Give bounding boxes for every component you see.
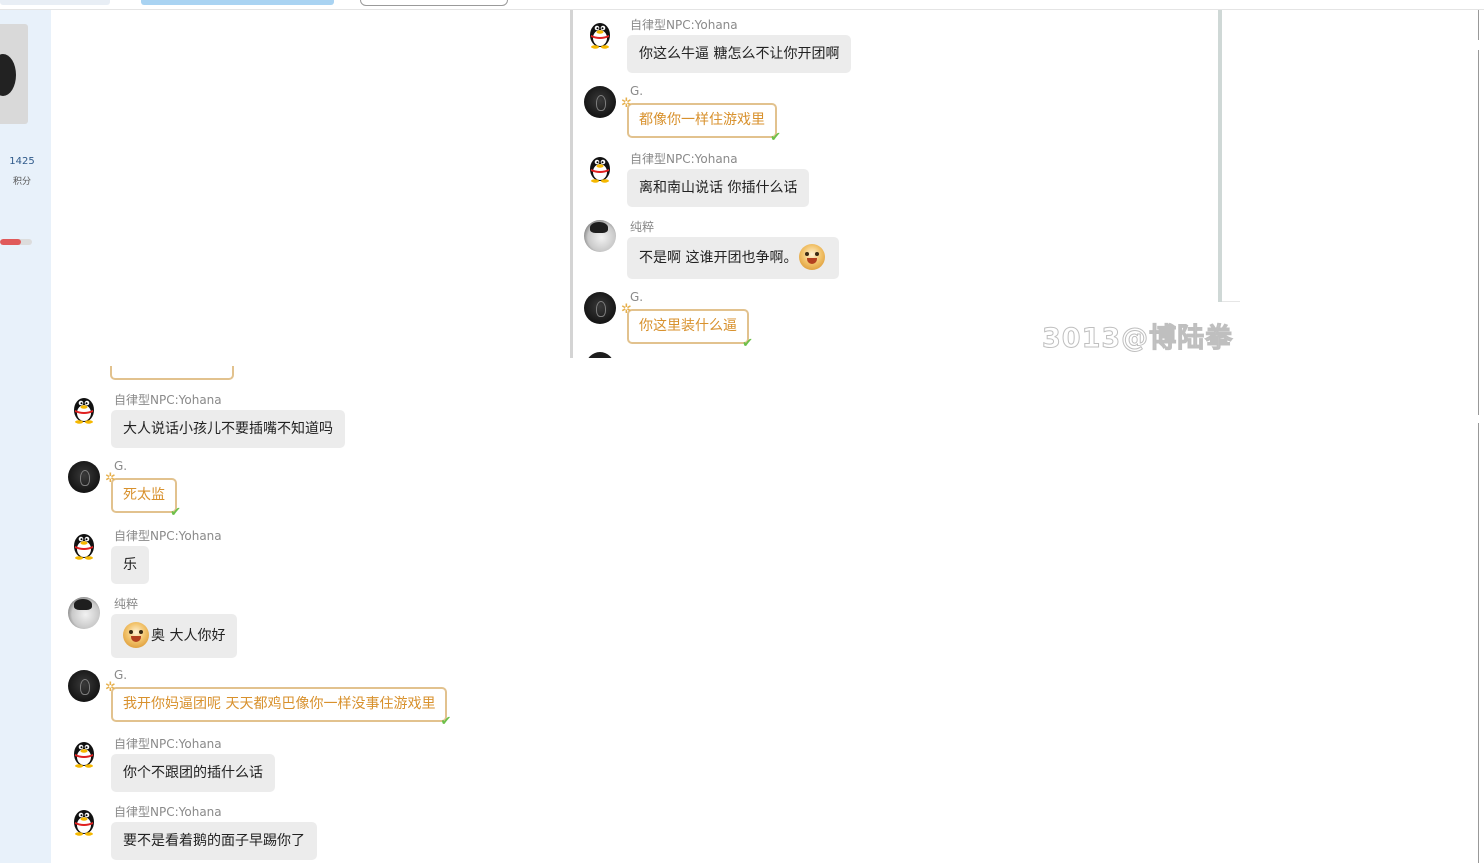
portrait-avatar-icon[interactable] (68, 597, 100, 629)
search-box[interactable] (360, 0, 508, 6)
check-icon: ✔ (440, 714, 452, 729)
profile-avatar[interactable] (0, 24, 28, 124)
sender-name: 纯粹 (630, 220, 655, 234)
message-bubble: 要不是看着鹅的面子早踢你了 (111, 822, 317, 860)
inset-screenshot: 自律型NPC:Yohana 你这么牛逼 糖怎么不让你开团啊 G. ✲ 都像你一样… (570, 10, 1240, 358)
message-bubble: 不是啊 这谁开团也争啊。 (627, 237, 840, 279)
penguin-avatar-icon[interactable] (68, 805, 100, 837)
message-bubble: 你个不跟团的插什么话 (111, 754, 275, 792)
message-text: 奥 大人你好 (151, 628, 226, 644)
vip-message-bubble (110, 366, 234, 380)
grinning-dog-emoji-icon (123, 622, 149, 648)
penguin-avatar-icon[interactable] (584, 152, 616, 184)
sparkle-icon: ✲ (621, 302, 632, 317)
vip-message-bubble: ✲ 我开你妈逼团呢 天天都鸡巴像你一样没事住游戏里 ✔ (105, 681, 451, 728)
sender-name: 自律型NPC:Yohana (630, 18, 738, 32)
check-icon: ✔ (770, 130, 781, 145)
message-text: 我开你妈逼团呢 天天都鸡巴像你一样没事住游戏里 (123, 696, 436, 712)
dark-avatar-icon[interactable] (584, 292, 616, 324)
sender-name: G. (630, 290, 644, 304)
tab-active[interactable] (141, 0, 334, 5)
message-text: 死太监 (123, 487, 165, 503)
sender-name: G. (114, 668, 128, 682)
tab-inactive[interactable] (0, 0, 110, 5)
dark-avatar-icon[interactable] (68, 670, 100, 702)
message-text: 都像你一样住游戏里 (639, 112, 765, 128)
divider (570, 10, 573, 358)
progress-fill (0, 239, 21, 245)
portrait-avatar-icon[interactable] (584, 220, 616, 252)
grinning-dog-emoji-icon (799, 244, 826, 270)
message-text: 不是啊 这谁开团也争啊。 (639, 250, 798, 266)
message-bubble: 奥 大人你好 (111, 614, 238, 658)
dark-avatar-icon[interactable] (68, 461, 100, 493)
sparkle-icon: ✲ (621, 96, 632, 111)
message-bubble: 离和南山说话 你插什么话 (627, 169, 810, 207)
watermark: 3013@博陆拳 (1041, 323, 1234, 355)
sender-name: 自律型NPC:Yohana (114, 529, 222, 543)
sender-name: G. (630, 84, 644, 98)
scrollbar[interactable] (1218, 10, 1222, 302)
sidebar: 1425 积分 (0, 10, 51, 863)
penguin-avatar-icon[interactable] (68, 393, 100, 425)
progress-bar (0, 239, 32, 245)
sender-name: 自律型NPC:Yohana (630, 152, 738, 166)
sender-name: G. (114, 459, 128, 473)
penguin-avatar-icon[interactable] (68, 529, 100, 561)
check-icon: ✔ (170, 505, 181, 520)
sender-name: 自律型NPC:Yohana (114, 393, 222, 407)
sparkle-icon: ✲ (105, 471, 116, 486)
message-bubble: 大人说话小孩儿不要插嘴不知道吗 (111, 410, 345, 448)
message-bubble: 乐 (111, 546, 149, 584)
top-toolbar (0, 0, 1484, 10)
dark-avatar-icon (586, 352, 614, 358)
sparkle-icon: ✲ (105, 680, 116, 695)
divider (1222, 301, 1240, 302)
penguin-avatar-icon[interactable] (68, 737, 100, 769)
vip-message-bubble: ✲ 死太监 ✔ (105, 472, 181, 519)
right-scroll-edge[interactable] (1478, 10, 1484, 863)
vip-message-bubble: ✲ 都像你一样住游戏里 ✔ (621, 97, 781, 144)
score-unit: 积分 (12, 177, 31, 187)
vip-message-bubble: ✲ 你这里装什么逼 ✔ (621, 303, 753, 350)
sender-name: 自律型NPC:Yohana (114, 737, 222, 751)
message-text: 你这里装什么逼 (639, 318, 737, 334)
penguin-avatar-icon[interactable] (584, 18, 616, 50)
sender-name: 自律型NPC:Yohana (114, 805, 222, 819)
sender-name: 纯粹 (114, 597, 139, 611)
message-bubble: 你这么牛逼 糖怎么不让你开团啊 (627, 35, 852, 73)
score-value: 1425 (9, 156, 35, 167)
check-icon: ✔ (742, 336, 753, 351)
dark-avatar-icon[interactable] (584, 86, 616, 118)
